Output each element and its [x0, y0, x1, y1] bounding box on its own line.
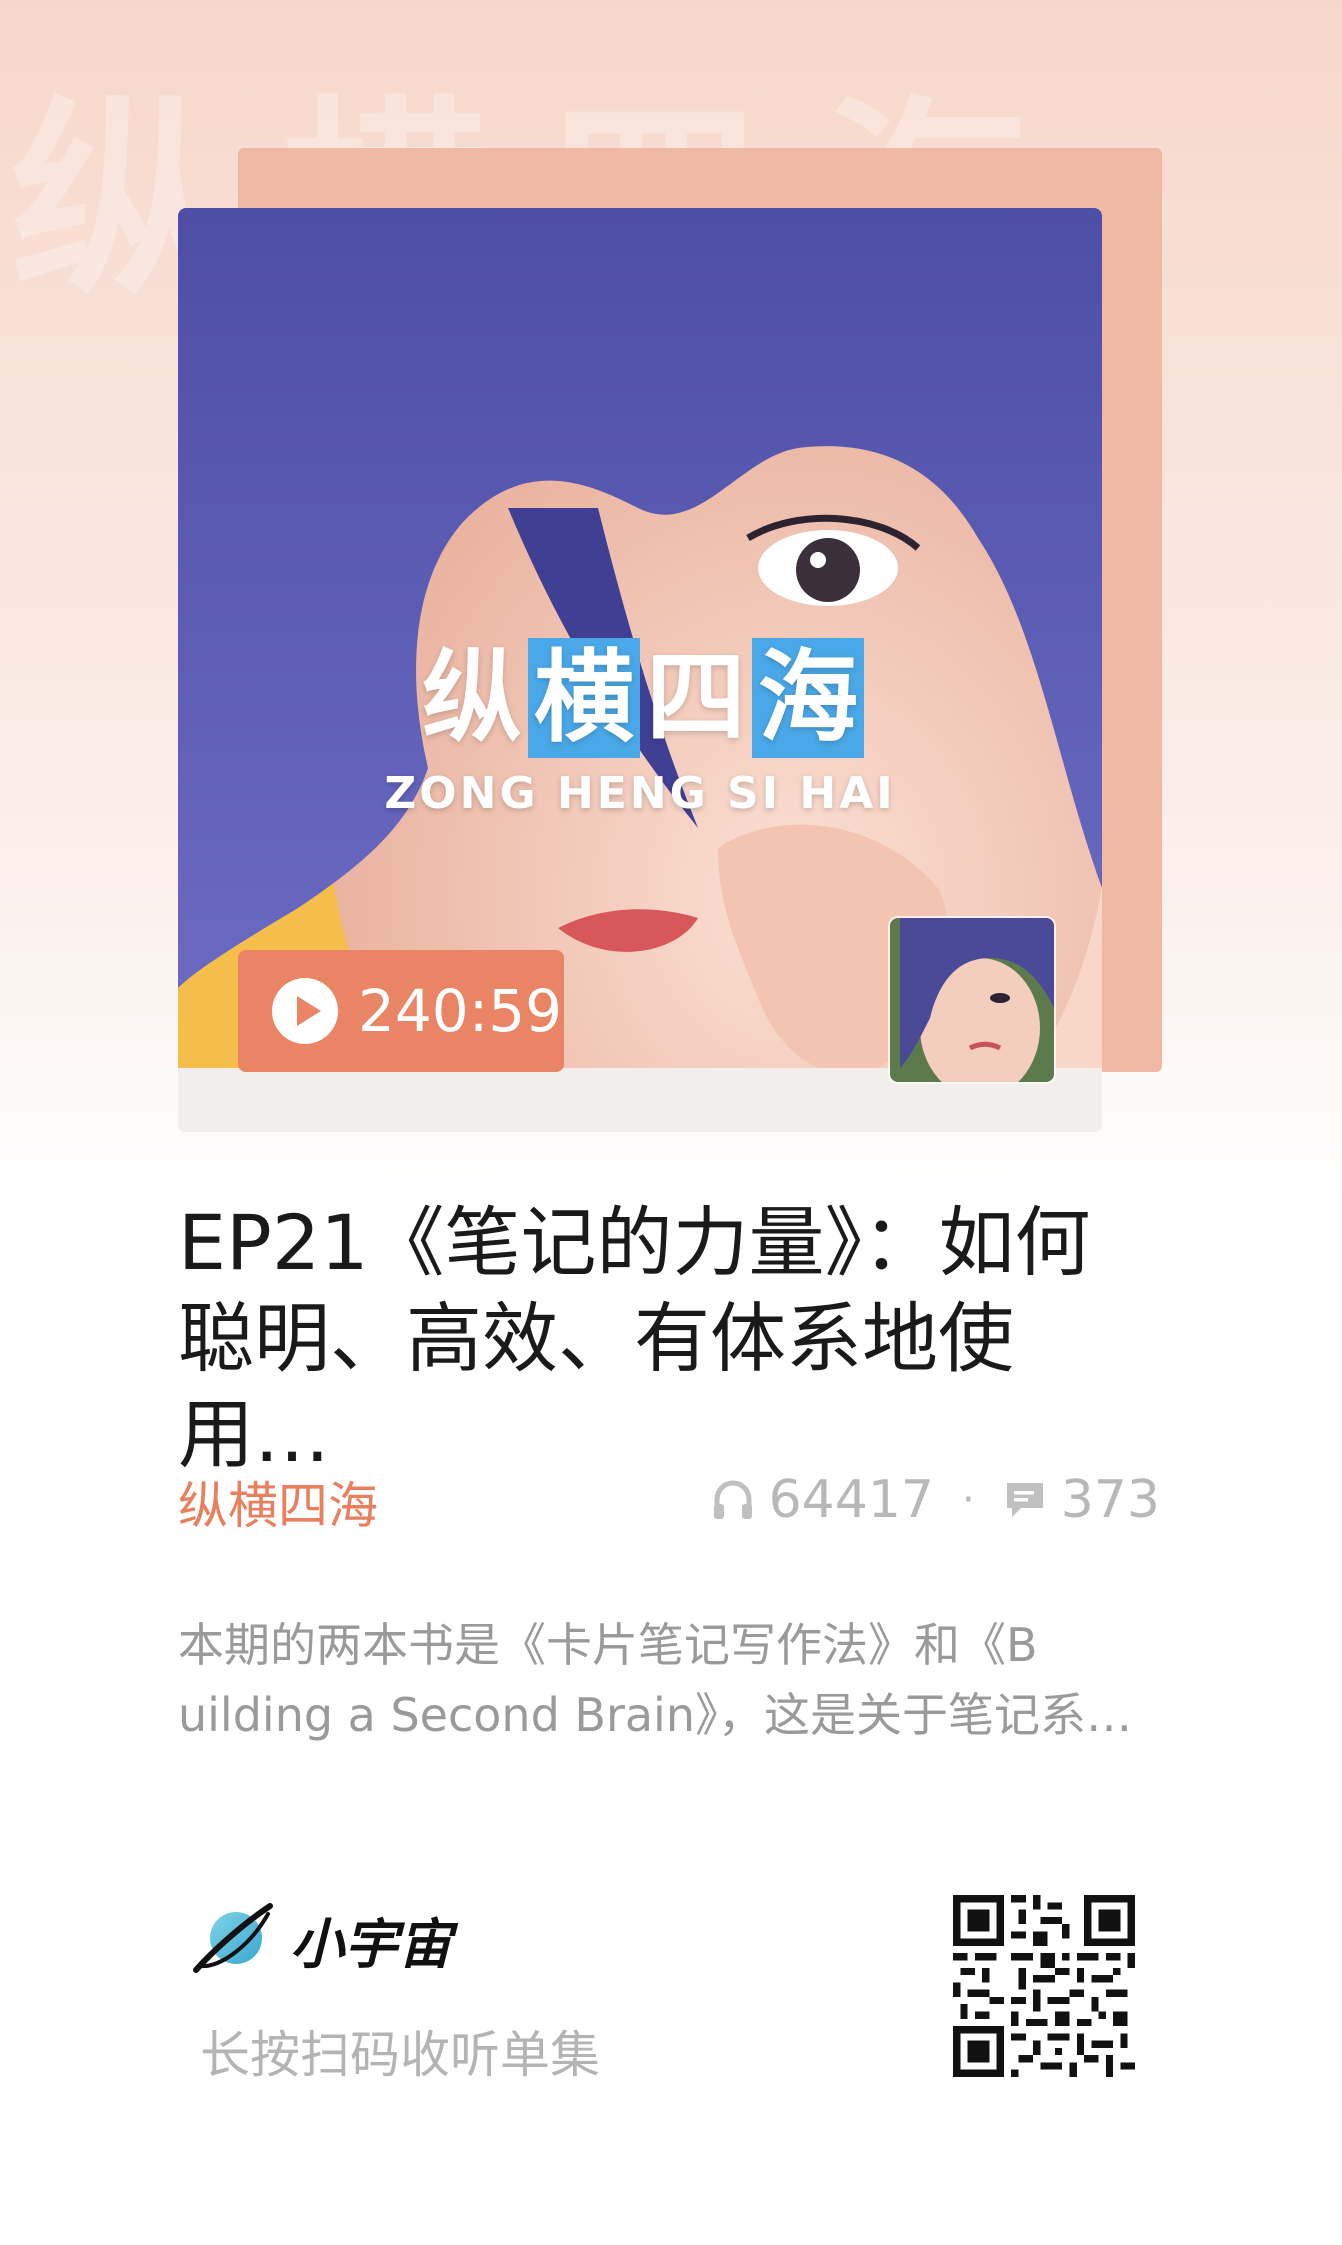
episode-title-line: 聪明、高效、有体系地使用… [178, 1294, 1014, 1479]
play-icon [272, 978, 338, 1044]
description-line: uilding a Second Brain》，这是关于笔记系… [178, 1688, 1132, 1742]
comment-icon [1006, 1483, 1043, 1517]
avatar-image [890, 918, 1054, 1082]
qr-code-icon[interactable] [953, 1895, 1135, 2077]
description-line: 本期的两本书是《卡片笔记写作法》和《B [178, 1618, 1038, 1672]
show-title-char-highlighted: 海 [752, 638, 864, 758]
episode-title-line: EP21《笔记的力量》：如何 [178, 1198, 1091, 1287]
show-title-char-highlighted: 横 [528, 638, 640, 758]
comment-count: 373 [1060, 1470, 1160, 1530]
episode-description: 本期的两本书是《卡片笔记写作法》和《B uilding a Second Bra… [178, 1610, 1168, 1750]
play-count: 64417 [768, 1470, 935, 1530]
play-duration-button[interactable]: 240:59 [238, 950, 564, 1072]
show-subtitle: ZONG HENG SI HAI [384, 768, 896, 819]
brand-logo: 小宇宙 [190, 1896, 452, 1982]
show-title-char: 纵 [422, 639, 522, 756]
show-title-logo: 纵横四海 [178, 638, 1102, 758]
scan-hint: 长按扫码收听单集 [200, 2026, 600, 2084]
duration-text: 240:59 [358, 977, 563, 1045]
podcast-name-link[interactable]: 纵横四海 [178, 1466, 378, 1538]
headphones-icon [713, 1480, 752, 1519]
episode-cover[interactable]: 纵横四海 ZONG HENG SI HAI 240:59 [178, 208, 1102, 1132]
episode-stats: 64417 · 373 [711, 1470, 1160, 1530]
show-title-char: 四 [646, 639, 746, 756]
brand-name: 小宇宙 [290, 1912, 452, 1976]
host-avatar [888, 916, 1056, 1084]
stats-separator: · [962, 1477, 975, 1523]
planet-logo-icon [193, 1903, 273, 1973]
episode-title: EP21《笔记的力量》：如何 聪明、高效、有体系地使用… [178, 1195, 1148, 1483]
